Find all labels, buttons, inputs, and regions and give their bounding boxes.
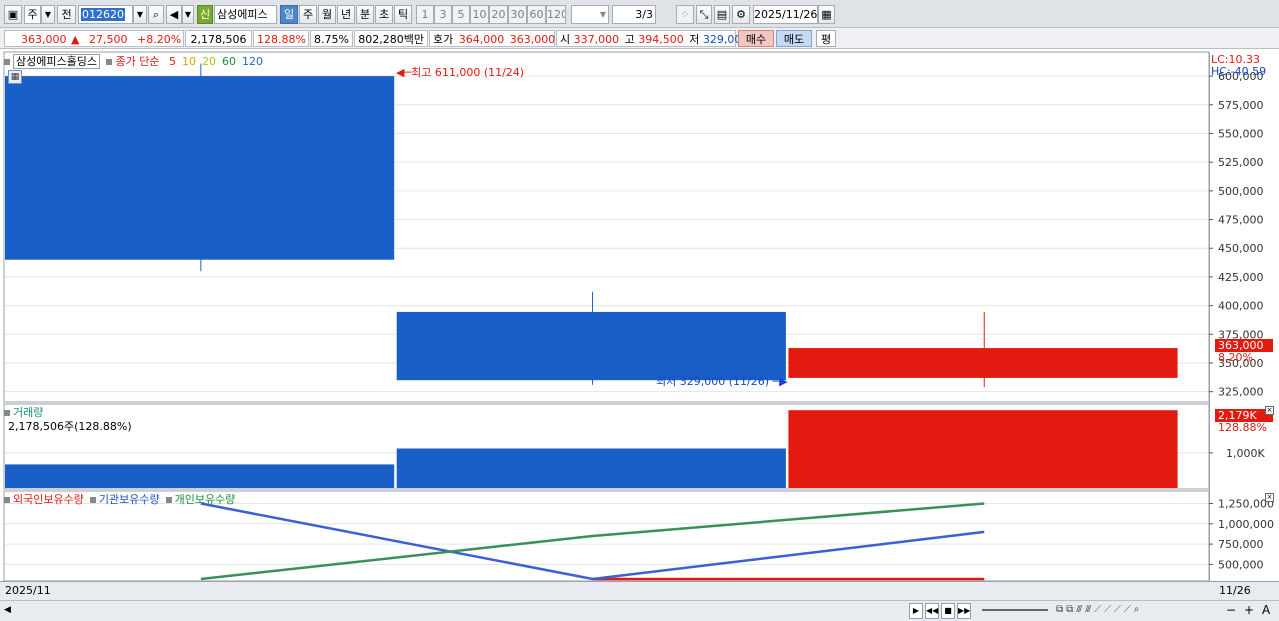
ma-period-5[interactable]: 5 xyxy=(169,55,176,68)
candle-body xyxy=(788,348,1178,378)
play-icon[interactable]: ▶ xyxy=(909,603,923,619)
volume-bar xyxy=(396,448,786,488)
rewind-icon[interactable]: ◀◀ xyxy=(925,603,939,619)
legend-marker xyxy=(4,59,10,65)
font-size-icon[interactable]: A xyxy=(1262,603,1270,617)
legend-marker xyxy=(165,497,172,503)
price-tick-label: 475,000 xyxy=(1218,214,1264,227)
drawing-tools-icons[interactable]: ⧉⧉⫻⫻⟋⟋⟋⟋⌕ xyxy=(1056,604,1142,615)
legend-marker xyxy=(4,497,10,503)
legend-marker xyxy=(89,497,96,503)
holding-legend-0[interactable]: 외국인보유수량 xyxy=(13,493,84,506)
scroll-left-icon[interactable]: ◀ xyxy=(4,605,11,615)
holding-line xyxy=(200,502,985,581)
chart-scrollbar[interactable]: ◀ ▶ ◀◀ ■ ▶▶ ⧉⧉⫻⫻⟋⟋⟋⟋⌕ − + A xyxy=(0,600,1279,621)
price-tick-label: 425,000 xyxy=(1218,271,1264,284)
price-tick-label: 550,000 xyxy=(1218,127,1264,140)
stock-name-label[interactable]: 삼성에피스홀딩스 xyxy=(13,54,100,69)
legend-marker xyxy=(106,59,113,65)
date-axis: 2025/11 11/26 xyxy=(0,581,1279,600)
ma-period-10[interactable]: 10 xyxy=(182,55,196,68)
right-arrow-icon: ─▶ xyxy=(769,375,788,388)
ma-period-20[interactable]: 20 xyxy=(202,55,216,68)
zoom-in-icon[interactable]: + xyxy=(1244,603,1254,617)
high-annotation-text: 최고 611,000 (11/24) xyxy=(411,66,525,79)
close-icon[interactable]: × xyxy=(1265,493,1274,502)
fast-forward-icon[interactable]: ▶▶ xyxy=(957,603,971,619)
low-annotation-text: 최저 329,000 (11/26) xyxy=(656,375,770,388)
holding-tick-label: 750,000 xyxy=(1218,538,1264,551)
holding-line xyxy=(200,502,985,581)
close-icon[interactable]: × xyxy=(1265,406,1274,415)
zoom-slider[interactable] xyxy=(982,609,1048,611)
price-tick-label: 400,000 xyxy=(1218,300,1264,313)
legend-marker xyxy=(4,410,10,416)
end-date: 11/26 xyxy=(1219,584,1251,597)
left-arrow-icon: ◀─ xyxy=(396,66,412,79)
axis-labels: 600,000575,000550,000525,000500,000475,0… xyxy=(1209,70,1274,571)
ma-period-60[interactable]: 60 xyxy=(222,55,236,68)
stop-icon[interactable]: ■ xyxy=(941,603,955,619)
price-tick-label: 500,000 xyxy=(1218,185,1264,198)
candle-body xyxy=(5,76,395,260)
zoom-out-icon[interactable]: − xyxy=(1226,603,1236,617)
grid-table-icon[interactable]: ▦ xyxy=(8,70,22,84)
volume-bar xyxy=(5,464,395,488)
price-legend: 삼성에피스홀딩스 종가 단순 5 10 20 60 120 xyxy=(4,53,263,69)
price-tick-label: 525,000 xyxy=(1218,156,1264,169)
hc-value: HC:-40.59 xyxy=(1211,65,1267,78)
holding-legend: 외국인보유수량 기관보유수량 개인보유수량 xyxy=(4,491,235,507)
low-annotation: 최저 329,000 (11/26) ─▶ xyxy=(656,373,788,389)
high-annotation: ◀─최고 611,000 (11/24) xyxy=(396,64,524,80)
candle-body xyxy=(396,311,786,381)
holding-legend-1[interactable]: 기관보유수량 xyxy=(99,493,160,506)
holding-legend-2[interactable]: 개인보유수량 xyxy=(175,493,236,506)
volume-value-text: 2,178,506주(128.88%) xyxy=(8,420,132,433)
chart-canvas[interactable] xyxy=(0,0,1279,621)
ma-legend-prefix[interactable]: 종가 단순 xyxy=(115,55,159,68)
hts-chart-window: ▣ 주 ▼ 전 012620 ▼ ⌕ ◀ ▼ 신 삼성에피스 일주월년분초틱 1… xyxy=(0,0,1279,621)
start-date: 2025/11 xyxy=(5,584,51,597)
holding-tick-label: 1,000,000 xyxy=(1218,518,1274,531)
volume-bar xyxy=(788,410,1178,488)
price-tick-label: 575,000 xyxy=(1218,99,1264,112)
last-pct-tag: 8.20% xyxy=(1218,351,1253,364)
ma-periods: 5 10 20 60 120 xyxy=(163,55,263,68)
holding-tick-label: 500,000 xyxy=(1218,558,1264,571)
price-tick-label: 325,000 xyxy=(1218,386,1264,399)
price-tick-label: 450,000 xyxy=(1218,242,1264,255)
volume-last-pct: 128.88% xyxy=(1218,421,1267,434)
volume-tick-label: 1,000K xyxy=(1226,447,1265,460)
ma-period-120[interactable]: 120 xyxy=(242,55,263,68)
